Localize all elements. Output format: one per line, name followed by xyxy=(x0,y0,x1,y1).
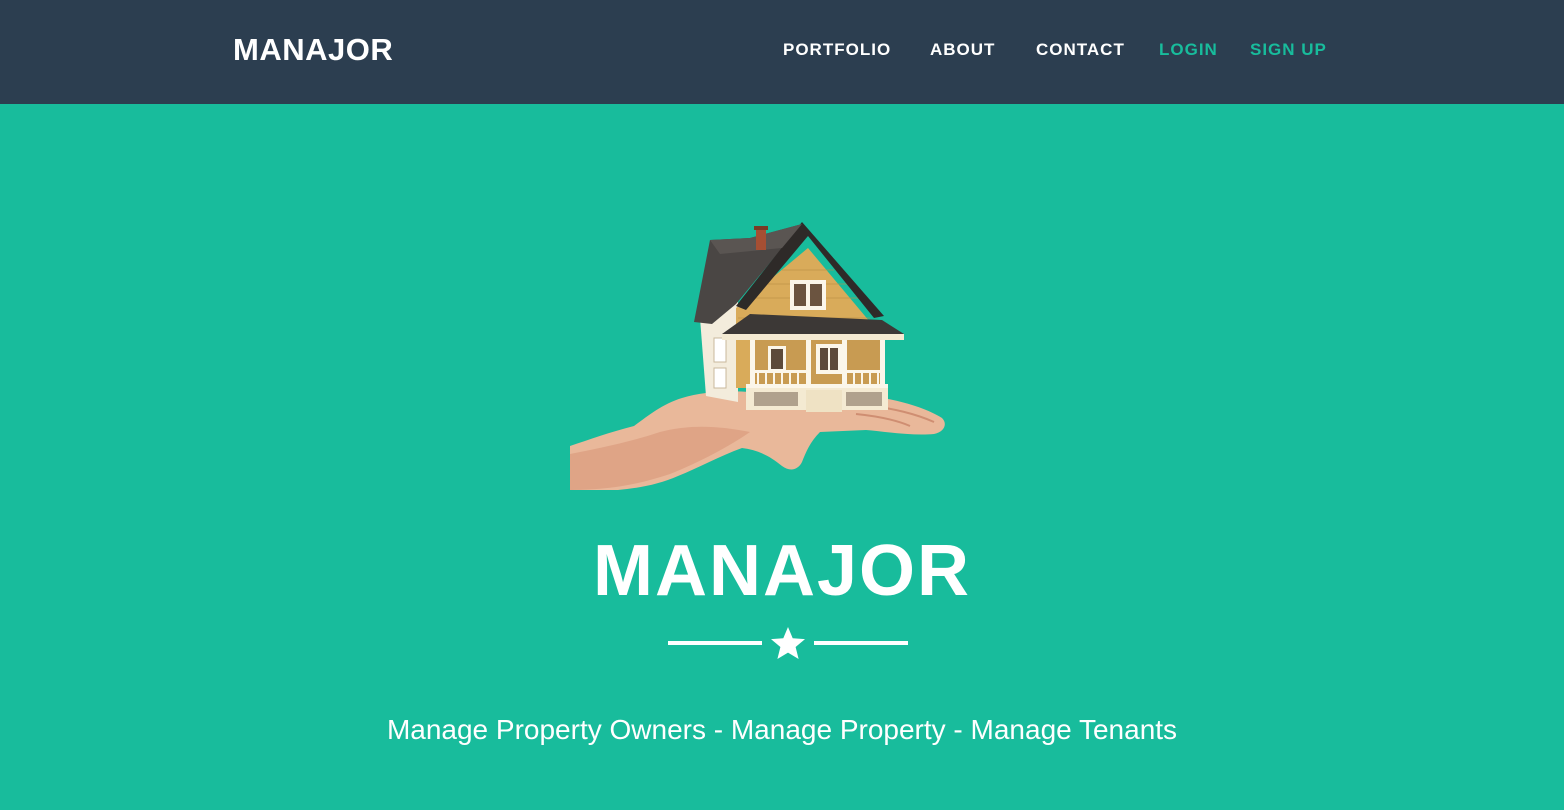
hero-tagline: Manage Property Owners - Manage Property… xyxy=(386,714,1178,745)
brand-logo-link[interactable]: MANAJOR xyxy=(233,31,393,69)
star-divider xyxy=(668,624,908,662)
nav-contact-link[interactable]: CONTACT xyxy=(1036,39,1125,61)
nav-portfolio-link[interactable]: PORTFOLIO xyxy=(783,39,891,61)
nav-login-link[interactable]: LOGIN xyxy=(1159,39,1218,61)
top-navbar: MANAJOR PORTFOLIO ABOUT CONTACT LOGIN SI… xyxy=(0,0,1564,104)
hero-title: MANAJOR xyxy=(592,531,971,611)
house-in-hand-image xyxy=(570,222,945,490)
divider-line-right xyxy=(814,641,908,645)
star-icon xyxy=(771,627,805,659)
nav-about-link[interactable]: ABOUT xyxy=(930,39,995,61)
nav-signup-link[interactable]: SIGN UP xyxy=(1250,39,1327,61)
divider-line-left xyxy=(668,641,762,645)
